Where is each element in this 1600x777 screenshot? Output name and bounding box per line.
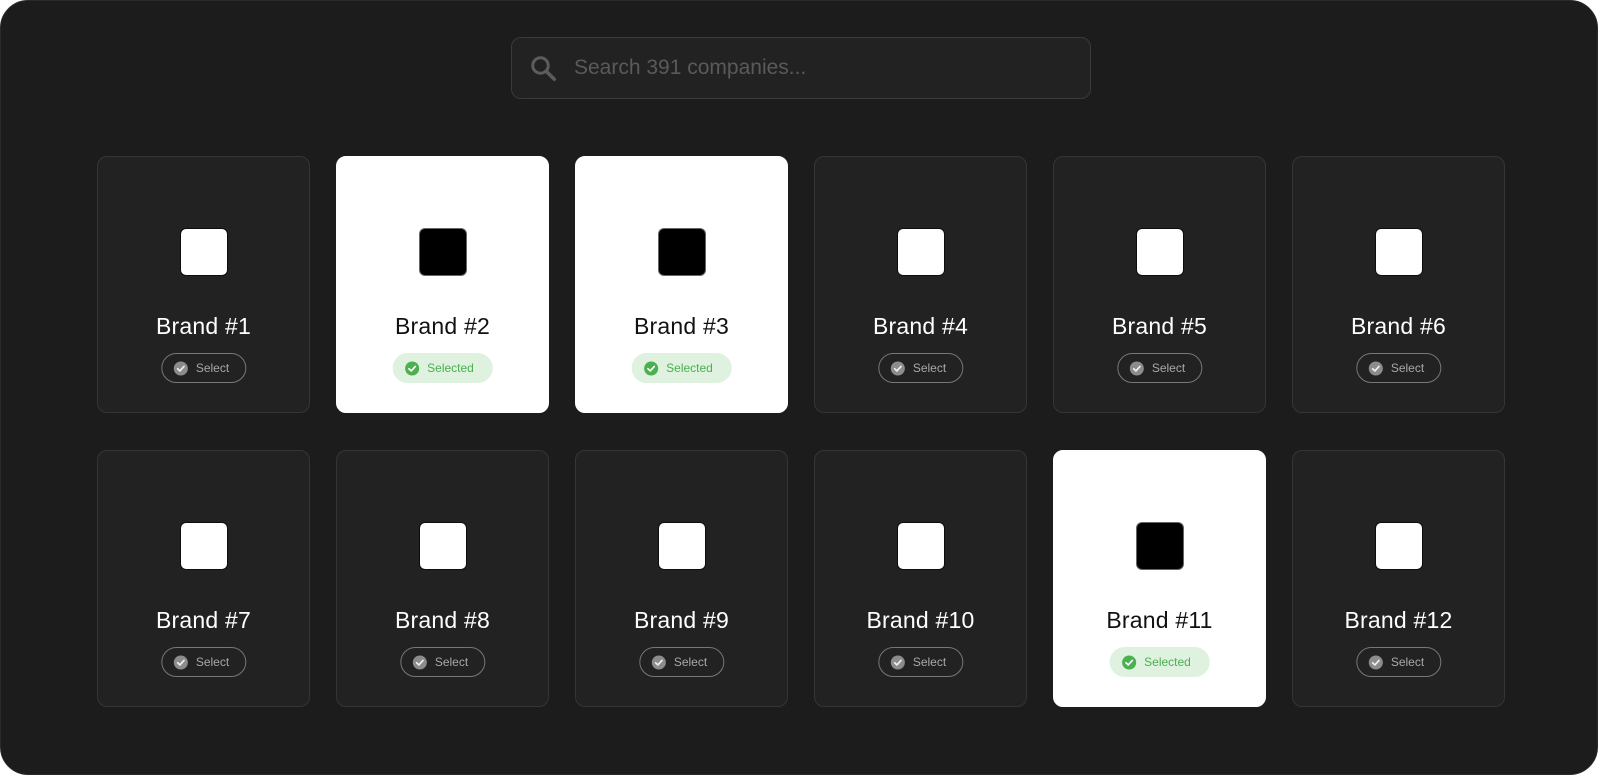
select-label: Select: [434, 655, 469, 669]
brand-name: Brand #3: [634, 313, 729, 339]
check-circle-icon: [651, 654, 666, 670]
selected-badge[interactable]: Selected: [631, 353, 732, 383]
check-circle-icon: [643, 360, 658, 376]
select-button[interactable]: Select: [160, 353, 247, 383]
brand-logo: [180, 523, 227, 569]
select-label: Select: [912, 361, 947, 375]
select-button[interactable]: Select: [399, 647, 486, 677]
brand-logo: [419, 229, 466, 275]
brand-name: Brand #12: [1344, 607, 1453, 633]
select-button[interactable]: Select: [877, 647, 964, 677]
brand-name: Brand #1: [156, 313, 251, 339]
search-bar[interactable]: [511, 37, 1091, 99]
selected-label: Selected: [1144, 655, 1191, 669]
selected-label: Selected: [427, 361, 474, 375]
brand-logo: [658, 229, 705, 275]
brand-card[interactable]: Brand #1 Select: [97, 156, 310, 413]
search-icon: [531, 56, 556, 81]
brand-name: Brand #6: [1351, 313, 1446, 339]
select-button[interactable]: Select: [1116, 353, 1203, 383]
brand-card[interactable]: Brand #12 Select: [1292, 450, 1505, 707]
brand-name: Brand #7: [156, 607, 251, 633]
check-circle-icon: [1368, 360, 1383, 376]
check-circle-icon: [890, 360, 905, 376]
brand-logo: [1375, 523, 1422, 569]
brand-card[interactable]: Brand #9 Select: [575, 450, 788, 707]
brand-name: Brand #11: [1106, 607, 1213, 633]
check-circle-icon: [890, 654, 905, 670]
select-label: Select: [1151, 361, 1186, 375]
brand-name: Brand #8: [395, 607, 490, 633]
check-circle-icon: [1121, 654, 1136, 670]
check-circle-icon: [173, 654, 188, 670]
brand-logo: [1136, 523, 1183, 569]
brand-card[interactable]: Brand #4 Select: [814, 156, 1027, 413]
brand-name: Brand #5: [1112, 313, 1207, 339]
check-circle-icon: [1129, 360, 1144, 376]
brand-logo: [419, 523, 466, 569]
select-button[interactable]: Select: [877, 353, 964, 383]
select-label: Select: [1390, 361, 1425, 375]
brand-name: Brand #9: [634, 607, 729, 633]
brand-card[interactable]: Brand #5 Select: [1053, 156, 1266, 413]
select-label: Select: [912, 655, 947, 669]
selected-badge[interactable]: Selected: [1109, 647, 1210, 677]
select-button[interactable]: Select: [1355, 647, 1442, 677]
brand-card[interactable]: Brand #6 Select: [1292, 156, 1505, 413]
brand-card[interactable]: Brand #7 Select: [97, 450, 310, 707]
brand-name: Brand #4: [873, 313, 968, 339]
check-circle-icon: [412, 654, 427, 670]
brand-logo: [897, 523, 944, 569]
company-picker-panel: Brand #1 Select Brand #2 Selected Brand #3 Se…: [0, 0, 1598, 775]
brand-logo: [1136, 229, 1183, 275]
brand-logo: [658, 523, 705, 569]
selected-badge[interactable]: Selected: [392, 353, 493, 383]
select-label: Select: [195, 655, 230, 669]
brand-name: Brand #10: [866, 607, 975, 633]
check-circle-icon: [404, 360, 419, 376]
brand-logo: [1375, 229, 1422, 275]
select-button[interactable]: Select: [160, 647, 247, 677]
brand-name: Brand #2: [395, 313, 490, 339]
check-circle-icon: [1368, 654, 1383, 670]
brand-logo: [180, 229, 227, 275]
brand-card[interactable]: Brand #8 Select: [336, 450, 549, 707]
select-label: Select: [195, 361, 230, 375]
check-circle-icon: [173, 360, 188, 376]
brand-card[interactable]: Brand #10 Select: [814, 450, 1027, 707]
selected-label: Selected: [666, 361, 713, 375]
search-input[interactable]: [574, 38, 1090, 98]
brand-logo: [897, 229, 944, 275]
select-label: Select: [673, 655, 708, 669]
brand-card[interactable]: Brand #3 Selected: [575, 156, 788, 413]
brand-card[interactable]: Brand #2 Selected: [336, 156, 549, 413]
brand-grid: Brand #1 Select Brand #2 Selected Brand #3 Se…: [97, 156, 1505, 707]
select-label: Select: [1390, 655, 1425, 669]
select-button[interactable]: Select: [638, 647, 725, 677]
brand-card[interactable]: Brand #11 Selected: [1053, 450, 1266, 707]
select-button[interactable]: Select: [1355, 353, 1442, 383]
